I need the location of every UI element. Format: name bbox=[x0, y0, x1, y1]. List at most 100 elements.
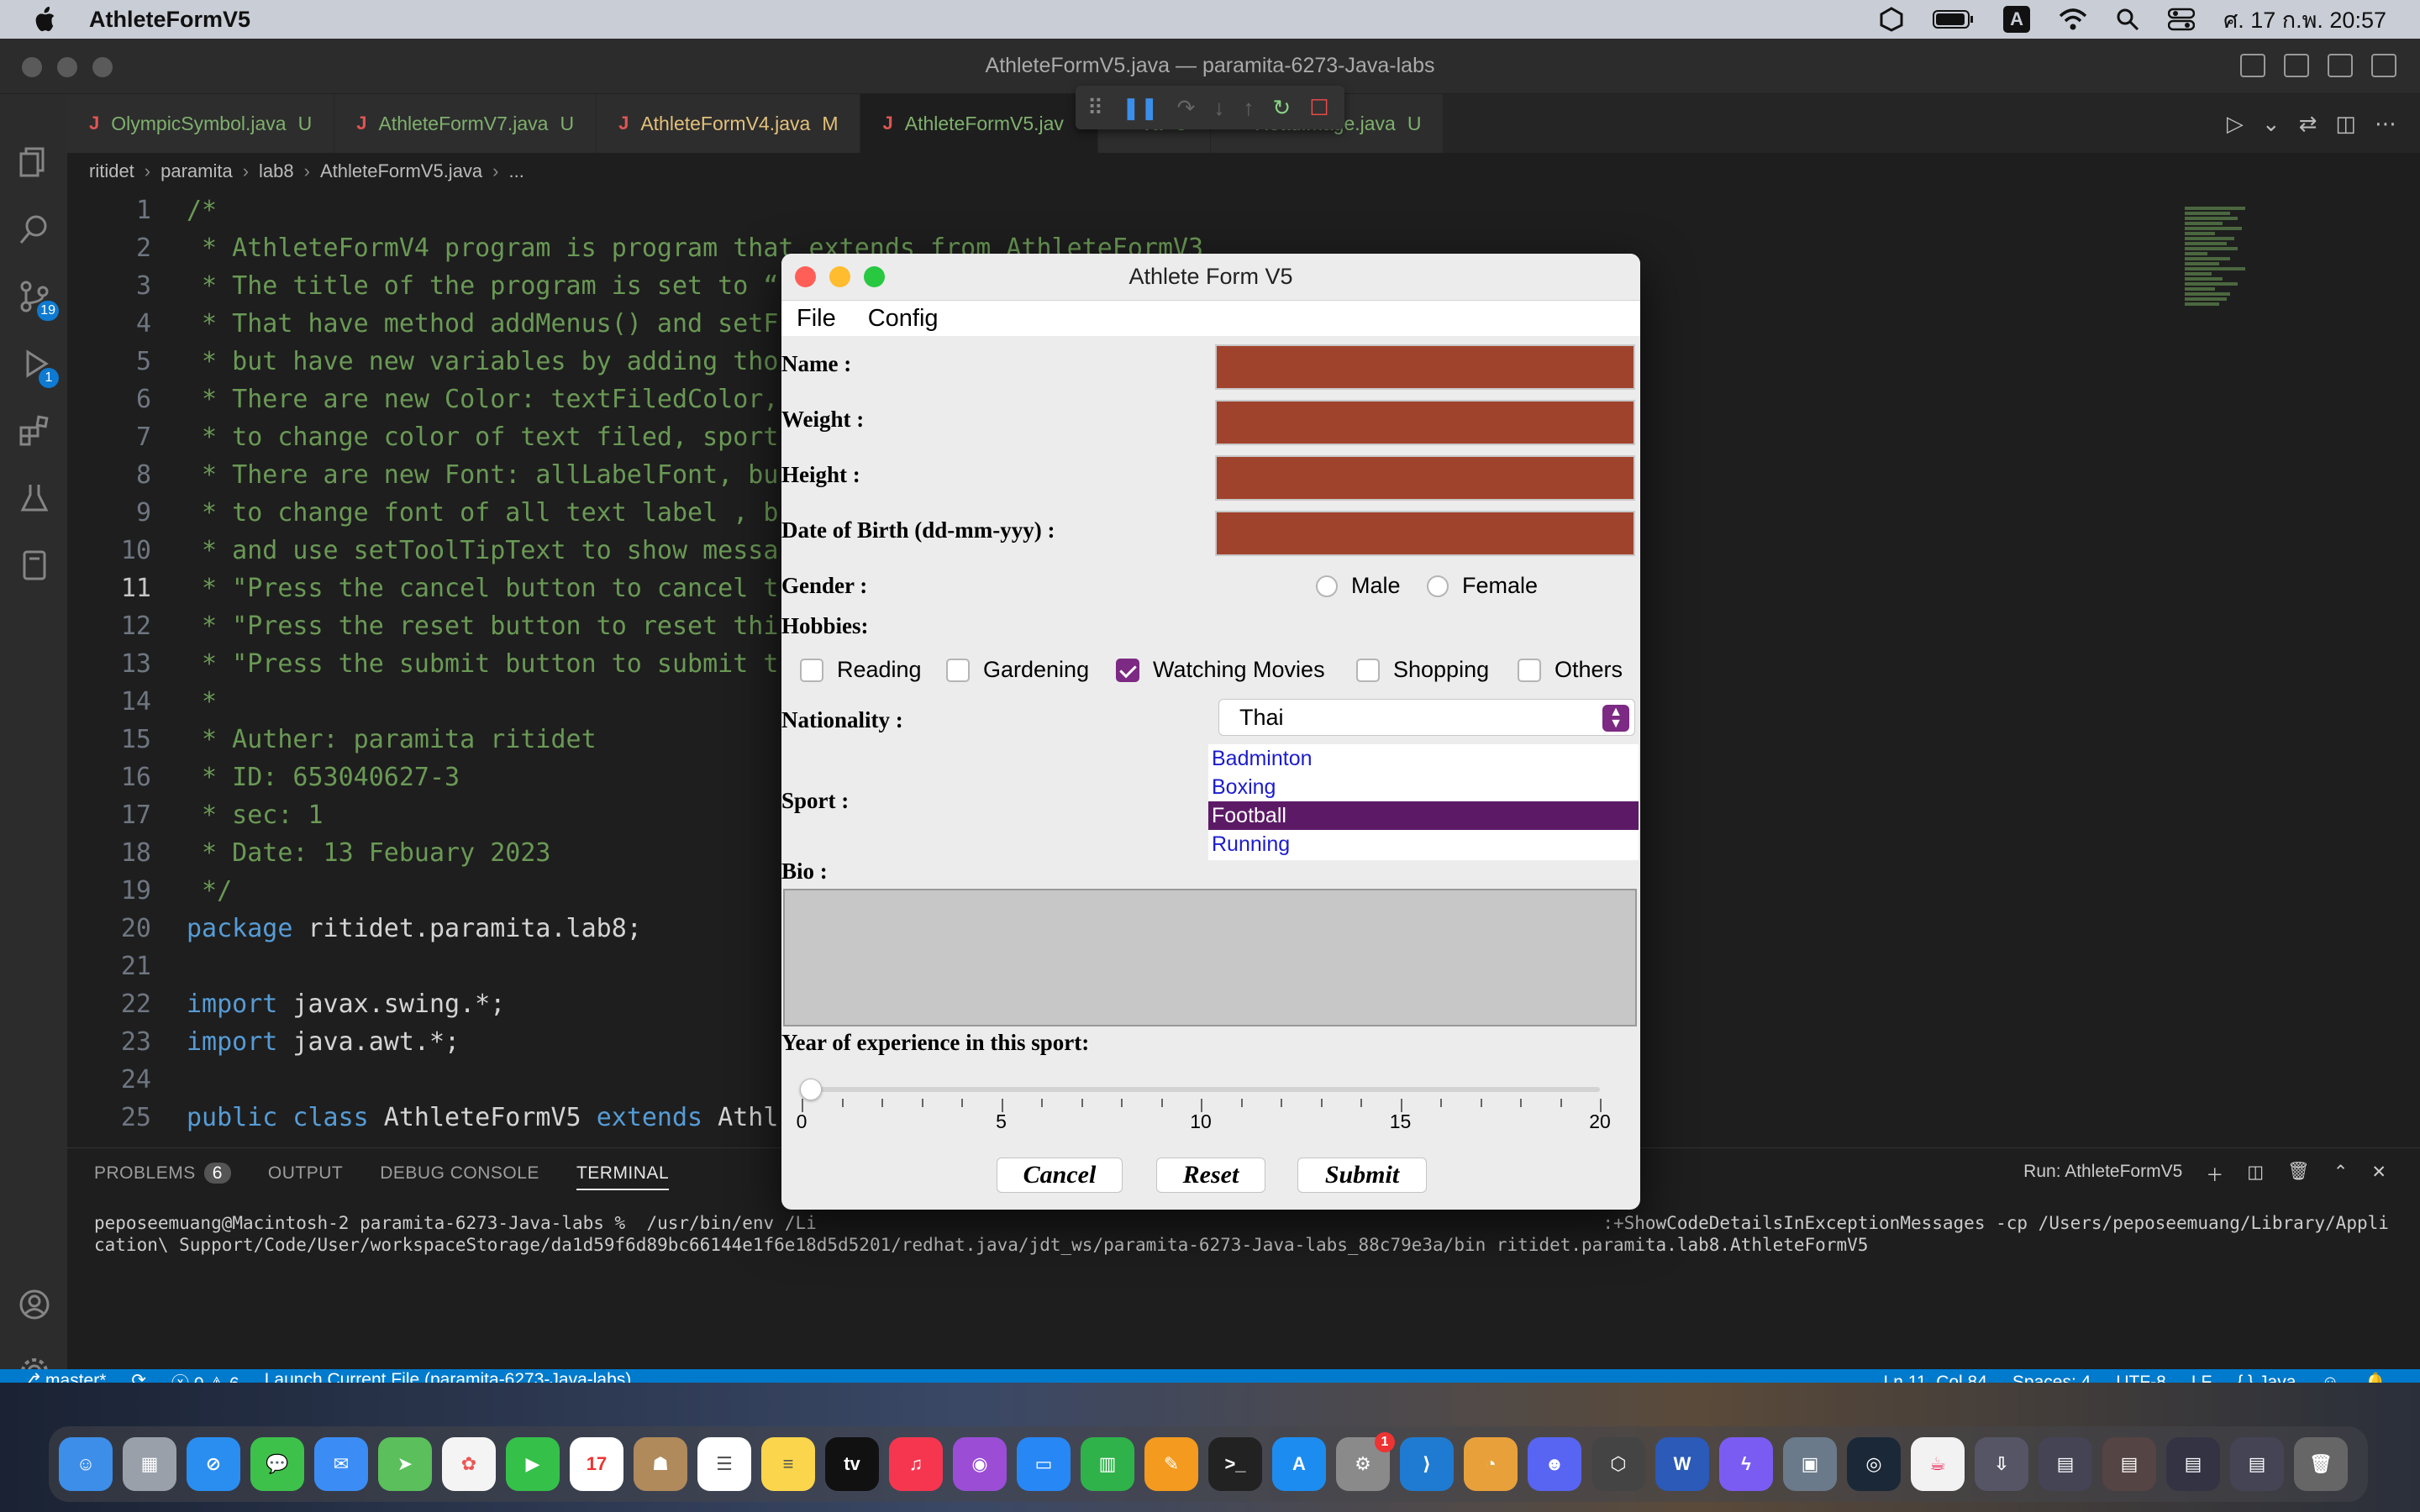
unity-hub-icon[interactable]: ⬡ bbox=[1591, 1437, 1645, 1491]
minimized-window-icon[interactable]: ▤ bbox=[2230, 1437, 2284, 1491]
drag-handle-icon[interactable]: ⠿ bbox=[1087, 95, 1103, 121]
source-control-icon[interactable]: 19 bbox=[17, 279, 59, 321]
editor-tab[interactable]: J AthleteFormV7.java U bbox=[334, 94, 597, 153]
sport-list-item[interactable]: Boxing bbox=[1208, 773, 1639, 801]
editor-tab[interactable]: J AthleteFormV5.jav bbox=[860, 94, 1098, 153]
messages-icon[interactable]: 💬 bbox=[250, 1437, 304, 1491]
app-store-icon[interactable]: A bbox=[1272, 1437, 1326, 1491]
sport-list-item[interactable]: Running bbox=[1208, 830, 1639, 858]
battery-icon[interactable] bbox=[1933, 8, 1975, 30]
apple-tv-icon[interactable]: tv bbox=[825, 1437, 879, 1491]
minimap[interactable] bbox=[2185, 207, 2260, 375]
run-debug-icon[interactable]: 1 bbox=[17, 346, 59, 388]
step-over-icon[interactable]: ↷ bbox=[1177, 95, 1196, 121]
gender-male-radio[interactable]: Male bbox=[1316, 573, 1401, 599]
clock[interactable]: ศ. 17 ก.พ. 20:57 bbox=[2223, 2, 2386, 38]
downloads-stack-icon[interactable]: ⇩ bbox=[1975, 1437, 2028, 1491]
customize-layout-icon[interactable] bbox=[2371, 54, 2396, 77]
vscode-icon[interactable]: ⟩ bbox=[1400, 1437, 1454, 1491]
testing-icon[interactable] bbox=[17, 480, 52, 516]
breadcrumb-item[interactable]: ritidet bbox=[89, 160, 134, 182]
chevron-down-icon[interactable]: ⌄ bbox=[2262, 111, 2281, 137]
notes-icon[interactable]: ≡ bbox=[761, 1437, 815, 1491]
cancel-button[interactable]: Cancel bbox=[997, 1158, 1123, 1193]
search-icon[interactable] bbox=[17, 212, 52, 247]
apple-icon[interactable] bbox=[32, 6, 57, 33]
calendar-icon[interactable]: 17 bbox=[570, 1437, 623, 1491]
breadcrumb-item[interactable]: ... bbox=[509, 160, 524, 182]
launchpad-icon[interactable]: ▦ bbox=[123, 1437, 176, 1491]
pause-icon[interactable]: ❚❚ bbox=[1122, 95, 1159, 121]
experience-slider[interactable]: 0 5 10 15 20 bbox=[797, 1075, 1611, 1142]
spotlight-search-icon[interactable] bbox=[2116, 8, 2139, 31]
step-into-icon[interactable]: ↓ bbox=[1213, 95, 1224, 121]
explorer-icon[interactable] bbox=[17, 144, 52, 180]
nationality-select[interactable]: Thai ▲ ▼ bbox=[1218, 699, 1635, 736]
height-field[interactable] bbox=[1215, 455, 1635, 501]
finder-icon[interactable]: ☺ bbox=[59, 1437, 113, 1491]
toggle-sidebar-icon[interactable] bbox=[2240, 54, 2265, 77]
steam-icon[interactable]: ◎ bbox=[1847, 1437, 1901, 1491]
terminal-output[interactable]: peposeemuang@Macintosh-2 paramita-6273-J… bbox=[94, 1212, 2420, 1256]
run-config-label[interactable]: Run: AthleteFormV5 bbox=[2023, 1162, 2182, 1187]
reminders-icon[interactable]: ☰ bbox=[697, 1437, 751, 1491]
restart-icon[interactable]: ↻ bbox=[1272, 95, 1291, 121]
panel-tab-debug-console[interactable]: DEBUG CONSOLE bbox=[380, 1163, 539, 1190]
hobby-gardening-checkbox[interactable]: Gardening bbox=[946, 657, 1089, 683]
more-actions-icon[interactable]: ⋯ bbox=[2375, 111, 2396, 137]
keynote-icon[interactable]: ▭ bbox=[1017, 1437, 1071, 1491]
active-app-name[interactable]: AthleteFormV5 bbox=[89, 7, 250, 33]
sport-list[interactable]: Badminton Boxing Football Running bbox=[1208, 744, 1639, 860]
slider-thumb[interactable] bbox=[800, 1079, 822, 1100]
panel-tab-terminal[interactable]: TERMINAL bbox=[576, 1163, 670, 1190]
java-icon[interactable]: ☕ bbox=[1911, 1437, 1965, 1491]
extensions-icon[interactable] bbox=[17, 413, 52, 449]
breadcrumb-item[interactable]: AthleteFormV5.java bbox=[320, 160, 482, 182]
dob-field[interactable] bbox=[1215, 511, 1635, 556]
breadcrumb-item[interactable]: lab8 bbox=[259, 160, 294, 182]
step-out-icon[interactable]: ↑ bbox=[1243, 95, 1254, 121]
reset-button[interactable]: Reset bbox=[1156, 1158, 1265, 1193]
sport-list-item[interactable]: Badminton bbox=[1208, 744, 1639, 773]
hobby-watching-movies-checkbox[interactable]: Watching Movies bbox=[1116, 657, 1325, 683]
panel-tab-output[interactable]: OUTPUT bbox=[268, 1163, 343, 1190]
pages-icon[interactable]: ✎ bbox=[1144, 1437, 1198, 1491]
firefox-icon[interactable]: ◔ bbox=[1464, 1437, 1518, 1491]
maps-icon[interactable]: ➤ bbox=[378, 1437, 432, 1491]
music-icon[interactable]: ♫ bbox=[889, 1437, 943, 1491]
safari-icon[interactable]: ⊘ bbox=[187, 1437, 240, 1491]
input-source-icon[interactable]: A bbox=[2003, 6, 2031, 33]
stop-icon[interactable]: ☐ bbox=[1309, 95, 1328, 121]
gender-female-radio[interactable]: Female bbox=[1427, 573, 1538, 599]
close-panel-icon[interactable]: ✕ bbox=[2371, 1162, 2386, 1187]
contacts-icon[interactable]: ☗ bbox=[634, 1437, 687, 1491]
photos-icon[interactable]: ✿ bbox=[442, 1437, 496, 1491]
open-changes-icon[interactable]: ⇄ bbox=[2299, 111, 2317, 137]
word-icon[interactable]: W bbox=[1655, 1437, 1709, 1491]
minimized-window-icon[interactable]: ▤ bbox=[2166, 1437, 2220, 1491]
system-settings-icon[interactable]: ⚙ 1 bbox=[1336, 1432, 1395, 1491]
kill-terminal-icon[interactable]: 🗑 bbox=[2287, 1162, 2310, 1187]
trash-icon[interactable]: 🗑 bbox=[2294, 1437, 2348, 1491]
messenger-icon[interactable]: ϟ bbox=[1719, 1437, 1773, 1491]
submit-button[interactable]: Submit bbox=[1297, 1158, 1427, 1193]
mail-icon[interactable]: ✉ bbox=[314, 1437, 368, 1491]
terminal-icon[interactable]: >_ bbox=[1208, 1437, 1262, 1491]
hobby-shopping-checkbox[interactable]: Shopping bbox=[1356, 657, 1489, 683]
editor-tab[interactable]: J OlympicSymbol.java U bbox=[67, 94, 335, 153]
menu-config[interactable]: Config bbox=[868, 305, 939, 333]
new-terminal-icon[interactable]: ＋ bbox=[2206, 1162, 2223, 1187]
sport-list-item[interactable]: Football bbox=[1208, 801, 1639, 830]
menu-file[interactable]: File bbox=[797, 305, 836, 333]
hobby-reading-checkbox[interactable]: Reading bbox=[800, 657, 922, 683]
weight-field[interactable] bbox=[1215, 400, 1635, 445]
panel-tab-problems[interactable]: PROBLEMS 6 bbox=[94, 1163, 231, 1190]
bio-textarea[interactable] bbox=[783, 889, 1637, 1026]
java-projects-icon[interactable] bbox=[17, 548, 52, 583]
hobby-others-checkbox[interactable]: Others bbox=[1518, 657, 1623, 683]
minimized-window-icon[interactable]: ▤ bbox=[2039, 1437, 2092, 1491]
control-center-icon[interactable] bbox=[2168, 8, 2196, 31]
wifi-icon[interactable] bbox=[2059, 8, 2087, 31]
discord-icon[interactable]: ☻ bbox=[1528, 1437, 1581, 1491]
maximize-panel-icon[interactable]: ⌃ bbox=[2333, 1162, 2349, 1187]
